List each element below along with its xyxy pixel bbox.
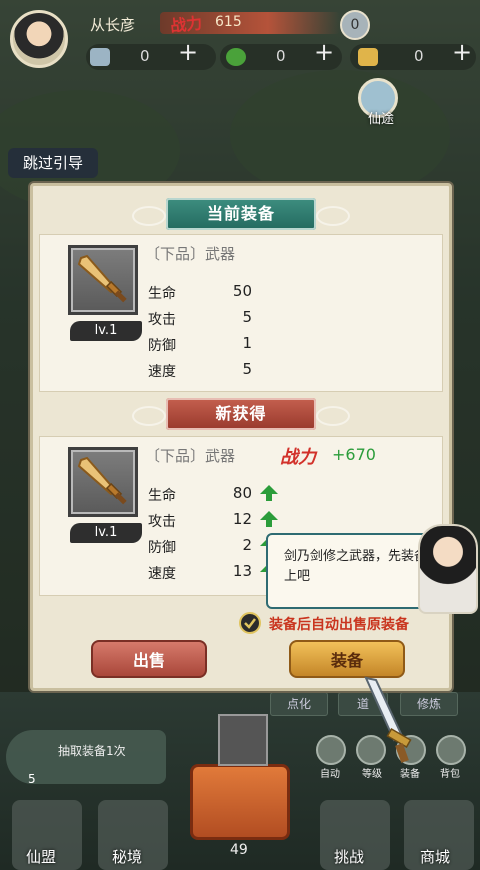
item-slot[interactable]: [68, 447, 138, 517]
nav-mijing-label: 秘境: [112, 848, 143, 866]
stat-value: 2: [242, 536, 252, 554]
stat-value: 1: [242, 334, 252, 352]
spirit-stone-icon: [90, 48, 110, 66]
add-resource-1-button[interactable]: +: [178, 38, 198, 66]
player-name: 从长彦: [90, 16, 136, 34]
stat-value: 13: [232, 562, 252, 580]
power-gain: +670: [332, 445, 376, 464]
npc-guide-avatar: [418, 524, 478, 614]
chest-count: 49: [230, 842, 248, 858]
bag-button[interactable]: [436, 735, 466, 765]
power-label: 战力: [169, 13, 204, 36]
power-label: 战力: [280, 447, 316, 468]
checkmark-icon: [244, 618, 256, 629]
level-label: 等级: [362, 769, 382, 780]
stat-label: 防御: [148, 338, 176, 354]
gold-ingot-icon: [358, 48, 378, 66]
side-button-label: 仙途: [367, 112, 394, 127]
green-fruit-icon: [226, 48, 246, 66]
current-equipment-card: lv.1 〔下品〕武器 生命 50 攻击 5 防御 1 速度 5: [39, 234, 443, 392]
player-avatar[interactable]: [10, 10, 68, 68]
draw-equipment-label: 抽取装备1次: [58, 744, 126, 758]
pointer-sword-icon: [364, 676, 412, 763]
draw-count: 5: [28, 772, 36, 786]
sword-icon: [77, 254, 127, 303]
up-arrow-icon: [260, 511, 278, 527]
nav-shangcheng-label: 商城: [420, 848, 451, 866]
item-name: 〔下品〕武器: [145, 447, 236, 465]
auto-label: 自动: [320, 769, 340, 780]
add-resource-2-button[interactable]: +: [314, 38, 334, 66]
current-equipment-title: 当前装备: [132, 198, 350, 230]
stat-value: 5: [242, 360, 252, 378]
skip-guide-button[interactable]: 跳过引导: [8, 148, 98, 178]
equipment-chest[interactable]: [190, 764, 290, 840]
level-badge[interactable]: 0: [340, 10, 370, 40]
sword-icon: [77, 456, 127, 505]
stat-label: 生命: [148, 488, 176, 504]
stat-value: 50: [232, 282, 252, 300]
add-resource-3-button[interactable]: +: [452, 38, 472, 66]
auto-button[interactable]: [316, 735, 346, 765]
stat-value: 5: [242, 308, 252, 326]
equip-button[interactable]: 装备: [289, 640, 405, 678]
resource-value-2: 0: [276, 47, 286, 65]
bag-label: 背包: [440, 769, 460, 780]
resource-value-3: 0: [414, 47, 424, 65]
stat-label: 攻击: [148, 312, 176, 328]
power-value: 615: [215, 14, 242, 30]
gear-label: 装备: [400, 769, 420, 780]
item-slot[interactable]: [68, 245, 138, 315]
auto-sell-checkbox[interactable]: [239, 612, 261, 634]
nav-xianmeng-label: 仙盟: [26, 848, 57, 866]
stat-label: 速度: [148, 364, 176, 380]
stat-label: 防御: [148, 540, 176, 556]
equipment-compare-dialog: 当前装备 lv.1 〔下品〕武器 生命 50 攻击 5 防御 1 速度 5 新获…: [30, 183, 452, 691]
new-equipment-title: 新获得: [132, 398, 350, 430]
sell-button[interactable]: 出售: [91, 640, 207, 678]
nav-tiaozhan-label: 挑战: [334, 848, 365, 866]
top-hud: 从长彦 战力 615 0 0 + 0 + 0 +: [0, 0, 480, 80]
stat-value: 12: [232, 510, 252, 528]
sword-slot-icon: [218, 714, 268, 766]
auto-sell-label: 装备后自动出售原装备: [269, 617, 409, 633]
item-level-tag: lv.1: [70, 321, 142, 341]
item-level-tag: lv.1: [70, 523, 142, 543]
tab-dianhua[interactable]: 点化: [270, 692, 328, 716]
stat-label: 速度: [148, 566, 176, 582]
stat-value: 80: [232, 484, 252, 502]
item-name: 〔下品〕武器: [145, 245, 236, 263]
stat-label: 攻击: [148, 514, 176, 530]
resource-value-1: 0: [140, 47, 150, 65]
up-arrow-icon: [260, 485, 278, 501]
stat-label: 生命: [148, 286, 176, 302]
